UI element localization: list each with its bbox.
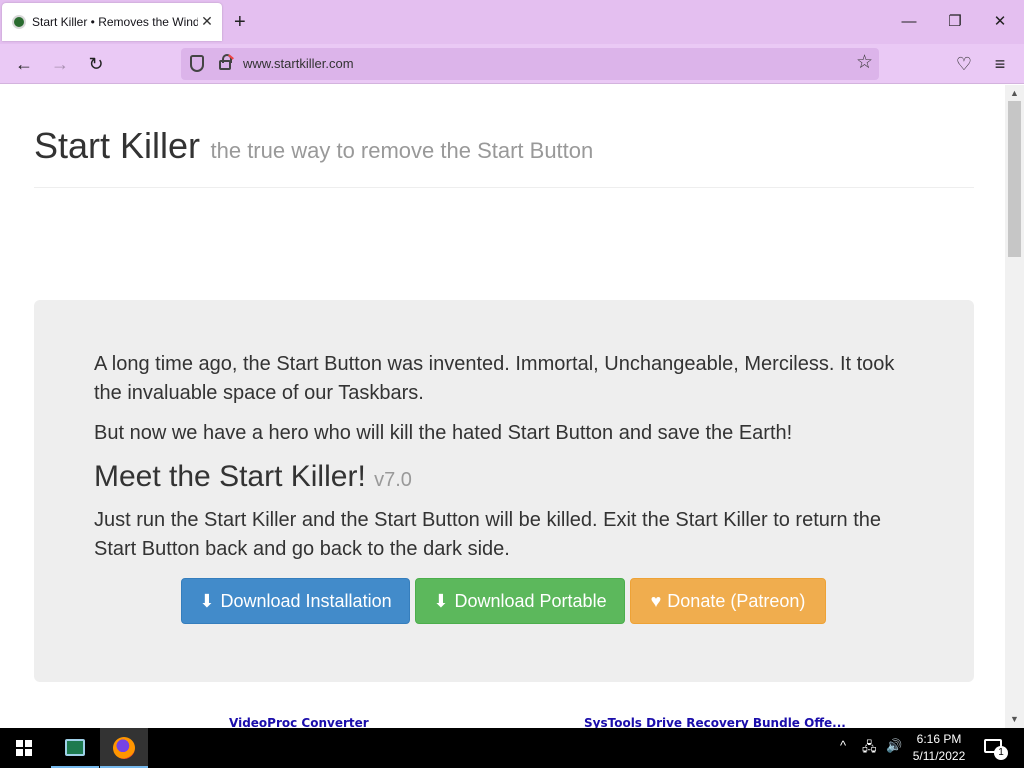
- new-tab-button[interactable]: +: [234, 12, 246, 32]
- download-installation-label: Download Installation: [220, 590, 392, 611]
- tab-startkiller[interactable]: Start Killer • Removes the Windows Start…: [2, 3, 222, 41]
- close-tab-icon[interactable]: ✕: [200, 14, 214, 28]
- minimize-button[interactable]: —: [899, 12, 919, 32]
- download-portable-button[interactable]: ⬇ Download Portable: [415, 578, 625, 624]
- download-buttons: ⬇ Download Installation ⬇ Download Porta…: [181, 578, 831, 624]
- bookmark-star-icon[interactable]: ☆: [856, 51, 873, 74]
- version-label: v7.0: [374, 469, 412, 491]
- ad-link-videoproc[interactable]: VideoProc Converter: [229, 716, 369, 728]
- page-subtitle: the true way to remove the Start Button: [210, 138, 594, 163]
- download-portable-label: Download Portable: [454, 590, 607, 611]
- ad-link-systools[interactable]: SysTools Drive Recovery Bundle Offe...: [584, 716, 846, 728]
- donate-label: Donate (Patreon): [667, 590, 806, 611]
- download-icon: ⬇: [433, 590, 449, 611]
- restore-button[interactable]: ❐: [945, 12, 965, 32]
- hero-panel: A long time ago, the Start Button was in…: [34, 300, 974, 682]
- taskbar-app-installer[interactable]: [51, 728, 99, 768]
- reload-button[interactable]: ↻: [85, 53, 107, 75]
- site-favicon-icon: [12, 15, 26, 29]
- windows-start-icon[interactable]: [16, 740, 32, 756]
- download-icon: ⬇: [199, 590, 215, 611]
- description-paragraph: Just run the Start Killer and the Start …: [94, 509, 882, 560]
- heading-text: Meet the Start Killer!: [94, 460, 366, 493]
- pocket-icon[interactable]: ♡: [953, 53, 975, 75]
- heart-icon: ♥: [650, 590, 662, 611]
- address-bar[interactable]: www.startkiller.com ☆: [181, 48, 879, 80]
- forward-button[interactable]: →: [49, 53, 71, 75]
- show-hidden-icons-icon[interactable]: ^: [840, 738, 846, 753]
- page-scrollbar[interactable]: ▲ ▼: [1005, 85, 1024, 728]
- scroll-thumb[interactable]: [1008, 101, 1021, 257]
- close-window-button[interactable]: ✕: [990, 12, 1010, 32]
- clock-date: 5/11/2022: [912, 749, 966, 763]
- network-icon[interactable]: 🖧: [862, 738, 877, 760]
- intro-paragraph-1: A long time ago, the Start Button was in…: [94, 353, 895, 404]
- system-clock[interactable]: 6:16 PM 5/11/2022: [906, 731, 972, 765]
- download-installation-button[interactable]: ⬇ Download Installation: [181, 578, 410, 624]
- menu-icon[interactable]: ≡: [989, 53, 1011, 75]
- taskbar-app-firefox[interactable]: [100, 728, 148, 768]
- scroll-up-icon[interactable]: ▲: [1005, 88, 1024, 98]
- windows-taskbar: ^ 🖧 🔊 6:16 PM 5/11/2022 1: [0, 728, 1024, 768]
- tab-strip: Start Killer • Removes the Windows Start…: [0, 0, 1024, 44]
- page-title: Start Killer: [34, 125, 201, 166]
- insecure-lock-icon[interactable]: [219, 54, 232, 70]
- clock-time: 6:16 PM: [916, 732, 962, 746]
- intro-paragraph-2: But now we have a hero who will kill the…: [94, 422, 793, 444]
- back-button[interactable]: ←: [13, 53, 35, 75]
- section-heading: Meet the Start Killer! v7.0: [94, 459, 914, 498]
- tracking-protection-icon[interactable]: [190, 55, 204, 72]
- page-header: Start Killer the true way to remove the …: [34, 125, 974, 188]
- installer-app-icon: [65, 739, 85, 756]
- notification-count-badge: 1: [994, 746, 1008, 760]
- donate-button[interactable]: ♥ Donate (Patreon): [630, 578, 826, 624]
- firefox-icon: [113, 737, 135, 759]
- volume-icon[interactable]: 🔊: [886, 738, 902, 754]
- tab-title: Start Killer • Removes the Windows Start…: [32, 15, 198, 29]
- url-text[interactable]: www.startkiller.com: [243, 56, 354, 71]
- navigation-toolbar: ← → ↻ www.startkiller.com ☆ ♡ ≡: [0, 44, 1024, 84]
- scroll-down-icon[interactable]: ▼: [1005, 714, 1024, 724]
- page-viewport: Start Killer the true way to remove the …: [0, 85, 1005, 728]
